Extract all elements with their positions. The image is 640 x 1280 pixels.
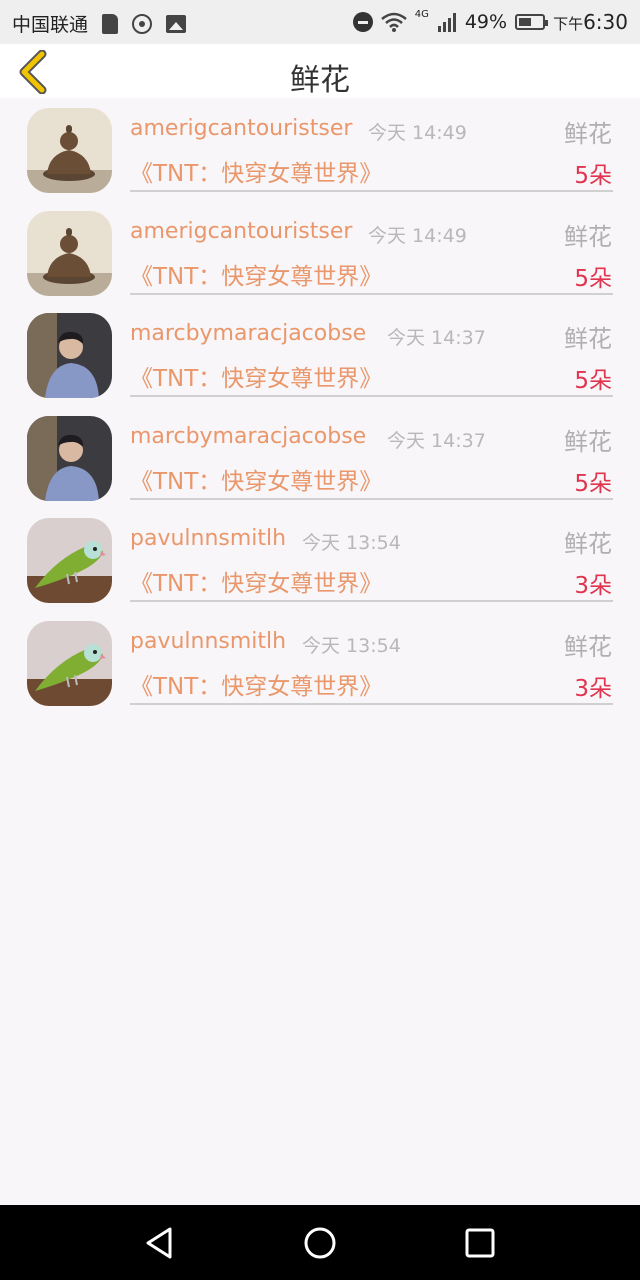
divider: [130, 702, 613, 705]
book-title[interactable]: 《TNT：快穿女尊世界》: [130, 359, 382, 393]
divider: [130, 395, 613, 398]
do-not-disturb-icon: [352, 12, 373, 32]
username[interactable]: marcbymaracjacobse: [130, 424, 366, 449]
parrot-avatar[interactable]: [27, 620, 112, 706]
timestamp: 今天 13:54: [302, 532, 401, 555]
buddha-avatar[interactable]: [27, 210, 112, 296]
divider: [130, 190, 613, 192]
book-title[interactable]: 《TNT：快穿女尊世界》: [130, 667, 382, 701]
book-title[interactable]: 《TNT：快穿女尊世界》: [130, 462, 382, 496]
list-item[interactable]: pavulnnsmitlh 今天 13:54 鲜花 《TNT：快穿女尊世界》 3…: [0, 508, 640, 611]
timestamp: 今天 14:37: [387, 429, 486, 452]
signal-icon: [437, 13, 456, 32]
wifi-icon: [380, 12, 407, 32]
gift-type: 鲜花: [564, 530, 612, 559]
gift-type: 鲜花: [564, 632, 612, 661]
parrot-avatar[interactable]: [27, 518, 112, 604]
hotspot-icon: [132, 13, 153, 34]
person-avatar[interactable]: [27, 313, 112, 399]
gift-type: 鲜花: [564, 120, 612, 148]
app-header: 鲜花: [0, 44, 640, 98]
list-item[interactable]: marcbymaracjacobse 今天 14:37 鲜花 《TNT：快穿女尊…: [0, 303, 640, 406]
sd-card-icon: [102, 13, 119, 34]
username[interactable]: pavulnnsmitlh: [130, 629, 286, 654]
nav-recents-icon[interactable]: [460, 1223, 500, 1263]
page-title: 鲜花: [290, 63, 350, 98]
carrier-label: 中国联通: [12, 14, 89, 36]
username[interactable]: amerigcantouristser: [130, 116, 352, 141]
list-item[interactable]: marcbymaracjacobse 今天 14:37 鲜花 《TNT：快穿女尊…: [0, 406, 640, 509]
timestamp: 今天 14:49: [368, 224, 467, 247]
buddha-avatar[interactable]: [27, 108, 112, 193]
username[interactable]: pavulnnsmitlh: [130, 526, 286, 551]
gift-quantity: 3朵: [574, 573, 612, 600]
gift-type: 鲜花: [564, 427, 612, 456]
system-nav-bar: [0, 1205, 640, 1280]
battery-icon: [515, 14, 549, 30]
person-avatar[interactable]: [27, 415, 112, 501]
list-item[interactable]: amerigcantouristser 今天 14:49 鲜花 《TNT：快穿女…: [0, 201, 640, 304]
time-prefix: 下午: [553, 15, 584, 33]
book-title[interactable]: 《TNT：快穿女尊世界》: [130, 154, 382, 188]
gift-type: 鲜花: [564, 222, 612, 251]
network-type-label: 4G: [414, 8, 429, 20]
username[interactable]: amerigcantouristser: [130, 219, 352, 244]
divider: [130, 497, 613, 500]
image-icon: [166, 14, 187, 33]
gift-type: 鲜花: [564, 325, 612, 354]
gift-quantity: 5朵: [574, 368, 612, 395]
flower-gift-list: amerigcantouristser 今天 14:49 鲜花 《TNT：快穿女…: [0, 98, 640, 714]
gift-quantity: 5朵: [574, 265, 612, 292]
clock: 6:30: [583, 10, 628, 34]
gift-quantity: 5朵: [574, 470, 612, 497]
list-item[interactable]: amerigcantouristser 今天 14:49 鲜花 《TNT：快穿女…: [0, 98, 640, 201]
timestamp: 今天 14:49: [368, 122, 467, 144]
username[interactable]: marcbymaracjacobse: [130, 321, 366, 346]
divider: [130, 600, 613, 603]
status-bar: 中国联通 4G 49% 下午6:30: [0, 0, 640, 44]
book-title[interactable]: 《TNT：快穿女尊世界》: [130, 257, 382, 291]
battery-percent: 49%: [464, 11, 508, 33]
divider: [130, 292, 613, 295]
nav-back-icon[interactable]: [140, 1223, 180, 1263]
gift-quantity: 3朵: [574, 675, 612, 702]
list-item[interactable]: pavulnnsmitlh 今天 13:54 鲜花 《TNT：快穿女尊世界》 3…: [0, 611, 640, 714]
nav-home-icon[interactable]: [300, 1223, 340, 1263]
book-title[interactable]: 《TNT：快穿女尊世界》: [130, 564, 382, 598]
timestamp: 今天 13:54: [302, 634, 401, 657]
gift-quantity: 5朵: [574, 163, 612, 189]
timestamp: 今天 14:37: [387, 327, 486, 350]
